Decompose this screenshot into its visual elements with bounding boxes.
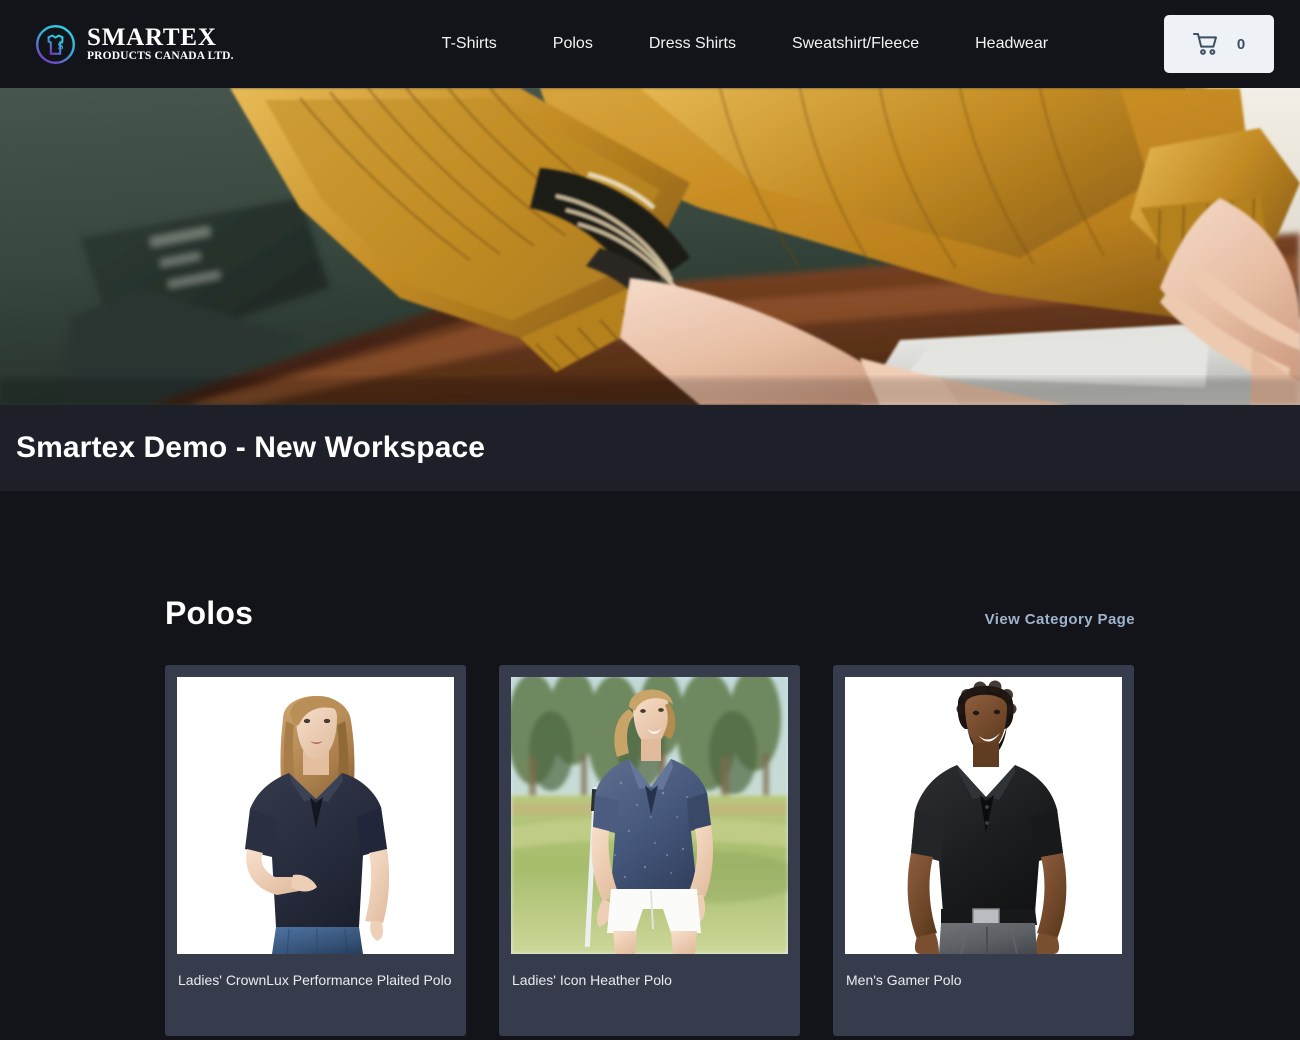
cart-item-count: 0 <box>1236 35 1246 53</box>
shopping-cart-icon <box>1192 33 1217 55</box>
product-image[interactable] <box>511 677 788 954</box>
product-name: Ladies' CrownLux Performance Plaited Pol… <box>178 972 452 988</box>
primary-navigation: T-Shirts Polos Dress Shirts Sweatshirt/F… <box>414 36 1076 52</box>
product-card[interactable]: Ladies' Icon Heather Polo <box>499 665 800 1036</box>
product-photo-ladies-icon-heather <box>511 677 788 954</box>
brand-name: SMARTEX <box>87 24 217 52</box>
product-image[interactable] <box>177 677 454 954</box>
view-category-page-link[interactable]: View Category Page <box>985 611 1135 628</box>
product-grid: Ladies' CrownLux Performance Plaited Pol… <box>165 665 1135 1036</box>
page-title: Smartex Demo - New Workspace <box>16 431 486 464</box>
nav-item-sweatshirt-fleece[interactable]: Sweatshirt/Fleece <box>764 36 947 52</box>
product-photo-mens-gamer-polo <box>845 677 1122 954</box>
product-name: Ladies' Icon Heather Polo <box>512 972 672 988</box>
category-section-header: Polos View Category Page <box>165 595 1135 632</box>
brand-tagline: PRODUCTS CANADA LTD. <box>87 50 234 63</box>
svg-text:S: S <box>58 41 64 52</box>
product-card[interactable]: Ladies' CrownLux Performance Plaited Pol… <box>165 665 466 1036</box>
brand-logo-link[interactable]: S SMARTEX PRODUCTS CANADA LTD. <box>33 20 234 68</box>
hero-banner <box>0 88 1300 405</box>
brand-wordmark: SMARTEX PRODUCTS CANADA LTD. <box>87 25 234 63</box>
smartex-circle-tshirt-logo-icon: S <box>36 24 75 64</box>
product-card[interactable]: Men's Gamer Polo <box>833 665 1134 1036</box>
nav-item-dress-shirts[interactable]: Dress Shirts <box>621 36 764 52</box>
product-photo-ladies-crownlux <box>177 677 454 954</box>
workspace-title-band: Smartex Demo - New Workspace <box>0 405 1300 491</box>
product-name: Men's Gamer Polo <box>846 972 962 988</box>
nav-item-t-shirts[interactable]: T-Shirts <box>414 36 525 52</box>
hero-image <box>0 88 1300 405</box>
site-header: S SMARTEX PRODUCTS CANADA LTD. T-Shirts … <box>0 0 1300 88</box>
product-image[interactable] <box>845 677 1122 954</box>
category-title: Polos <box>165 595 254 631</box>
page-body: Polos View Category Page Ladies' CrownLu… <box>0 491 1300 1036</box>
nav-item-headwear[interactable]: Headwear <box>947 36 1076 52</box>
cart-button[interactable]: 0 <box>1164 15 1274 73</box>
nav-item-polos[interactable]: Polos <box>525 36 621 52</box>
